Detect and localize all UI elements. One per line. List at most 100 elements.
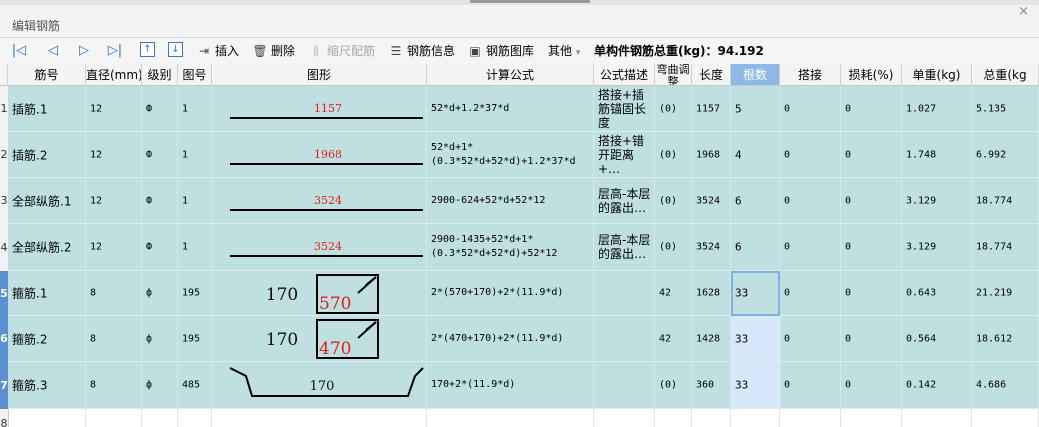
table-row[interactable]: 4 全部纵筋.2 12 Ф 1 3524 2900-1435+52*d+1*(0.3*52*… [0,224,1039,271]
bend-adjust-cell[interactable]: (0) [655,178,692,224]
unit-weight-cell[interactable]: 1.027 [902,86,972,132]
loss-cell[interactable]: 0 [841,224,902,271]
formula-desc-cell[interactable] [594,316,655,362]
grade-cell[interactable]: ф [142,271,178,316]
table-row[interactable]: 2 插筋.2 12 Ф 1 1968 52*d+1*(0.3*52*d+52*d)+1.2*… [0,132,1039,178]
figure-number-cell[interactable]: 195 [178,316,212,362]
rebar-info-button[interactable]: ☰ 钢筋信息 [388,41,455,61]
close-icon[interactable]: × [1018,4,1029,19]
loss-cell[interactable]: 0 [841,271,902,316]
table-row[interactable]: 5 箍筋.1 8 ф 195 170 570 2*(570+170)+2*(11.9*d) 42… [0,271,1039,316]
total-weight-cell[interactable]: 18.774 [972,178,1039,224]
count-cell[interactable]: 6 [731,178,780,224]
empty-cell[interactable] [902,409,972,427]
length-cell[interactable]: 3524 [692,178,731,224]
shape-cell[interactable]: 170 570 [212,271,427,316]
column-header-lap[interactable]: 搭接 [780,64,841,86]
figure-number-cell[interactable]: 1 [178,86,212,132]
column-header-total-weight[interactable]: 总重(kg [972,64,1039,86]
rebar-name-cell[interactable]: 箍筋.1 [8,271,86,316]
count-cell[interactable]: 5 [731,86,780,132]
length-cell[interactable]: 360 [692,362,731,409]
empty-cell[interactable] [731,409,780,427]
loss-cell[interactable]: 0 [841,132,902,178]
formula-cell[interactable]: 52*d+1.2*37*d [427,86,594,132]
total-weight-cell[interactable]: 4.686 [972,362,1039,409]
column-header-formula-desc[interactable]: 公式描述 [594,64,655,86]
window-drag-handle[interactable] [470,0,590,3]
lap-cell[interactable]: 0 [780,362,841,409]
rebar-name-cell[interactable]: 插筋.2 [8,132,86,178]
empty-cell[interactable] [841,409,902,427]
length-cell[interactable]: 1628 [692,271,731,316]
diameter-cell[interactable]: 12 [86,178,142,224]
length-cell[interactable]: 1157 [692,86,731,132]
diameter-cell[interactable]: 8 [86,271,142,316]
lap-cell[interactable]: 0 [780,178,841,224]
move-up-icon[interactable]: ↑ [140,42,155,57]
total-weight-cell[interactable]: 18.612 [972,316,1039,362]
column-header-diameter[interactable]: 直径(mm) [86,64,142,86]
formula-cell[interactable]: 52*d+1*(0.3*52*d+52*d)+1.2*37*d [427,132,594,178]
unit-weight-cell[interactable]: 0.643 [902,271,972,316]
total-weight-cell[interactable]: 18.774 [972,224,1039,271]
figure-number-cell[interactable]: 1 [178,224,212,271]
next-record-icon[interactable]: ▷ [75,42,93,60]
bend-adjust-cell[interactable]: (0) [655,86,692,132]
diameter-cell[interactable]: 12 [86,86,142,132]
count-cell[interactable]: 33 [731,271,780,316]
table-row[interactable]: 3 全部纵筋.1 12 Ф 1 3524 2900-624+52*d+52*12 层高-本层的… [0,178,1039,224]
empty-cell[interactable] [655,409,692,427]
formula-desc-cell[interactable]: 层高-本层的露出… [594,178,655,224]
empty-cell[interactable] [972,409,1039,427]
rebar-name-cell[interactable]: 全部纵筋.1 [8,178,86,224]
lap-cell[interactable]: 0 [780,224,841,271]
rebar-name-cell[interactable]: 插筋.1 [8,86,86,132]
table-row[interactable]: 7 箍筋.3 8 ф 485 170 170+2*(11.9*d) (0) 360 33 0 0 0.1… [0,362,1039,409]
delete-button[interactable]: 🗑 删除 [252,41,295,61]
formula-cell[interactable]: 2*(570+170)+2*(11.9*d) [427,271,594,316]
bend-adjust-cell[interactable]: (0) [655,224,692,271]
column-header-count[interactable]: 根数 [731,64,780,86]
formula-cell[interactable]: 170+2*(11.9*d) [427,362,594,409]
last-record-icon[interactable]: ▷| [106,42,124,60]
total-weight-cell[interactable]: 21.219 [972,271,1039,316]
empty-cell[interactable] [780,409,841,427]
shape-cell[interactable]: 1157 [212,86,427,132]
formula-cell[interactable]: 2*(470+170)+2*(11.9*d) [427,316,594,362]
unit-weight-cell[interactable]: 3.129 [902,178,972,224]
unit-weight-cell[interactable]: 1.748 [902,132,972,178]
figure-number-cell[interactable]: 1 [178,132,212,178]
shape-cell[interactable]: 3524 [212,224,427,271]
grade-cell[interactable]: Ф [142,132,178,178]
formula-desc-cell[interactable]: 层高-本层的露出… [594,224,655,271]
rebar-name-cell[interactable]: 全部纵筋.2 [8,224,86,271]
grade-cell[interactable]: Ф [142,224,178,271]
empty-cell[interactable] [178,409,212,427]
empty-cell[interactable] [8,409,86,427]
column-header-formula[interactable]: 计算公式 [427,64,594,86]
loss-cell[interactable]: 0 [841,316,902,362]
scale-rebar-button[interactable]: ⫼ 缩尺配筋 [308,41,375,61]
column-header-loss[interactable]: 损耗(%) [841,64,902,86]
bend-adjust-cell[interactable]: 42 [655,316,692,362]
grade-cell[interactable]: ф [142,316,178,362]
loss-cell[interactable]: 0 [841,178,902,224]
diameter-cell[interactable]: 12 [86,224,142,271]
empty-cell[interactable] [692,409,731,427]
insert-button[interactable]: ⇥ 插入 [196,41,239,61]
column-header-shape[interactable]: 图形 [212,64,427,86]
empty-cell[interactable] [427,409,594,427]
grade-cell[interactable]: Ф [142,86,178,132]
formula-desc-cell[interactable]: 搭接+错开距离+… [594,132,655,178]
column-header-length[interactable]: 长度 [692,64,731,86]
count-cell[interactable]: 6 [731,224,780,271]
unit-weight-cell[interactable]: 0.142 [902,362,972,409]
empty-cell[interactable] [212,409,427,427]
previous-record-icon[interactable]: ◁ [44,42,62,60]
total-weight-cell[interactable]: 5.135 [972,86,1039,132]
formula-desc-cell[interactable] [594,271,655,316]
grade-cell[interactable]: ф [142,362,178,409]
shape-cell[interactable]: 3524 [212,178,427,224]
count-cell[interactable]: 33 [731,316,780,362]
